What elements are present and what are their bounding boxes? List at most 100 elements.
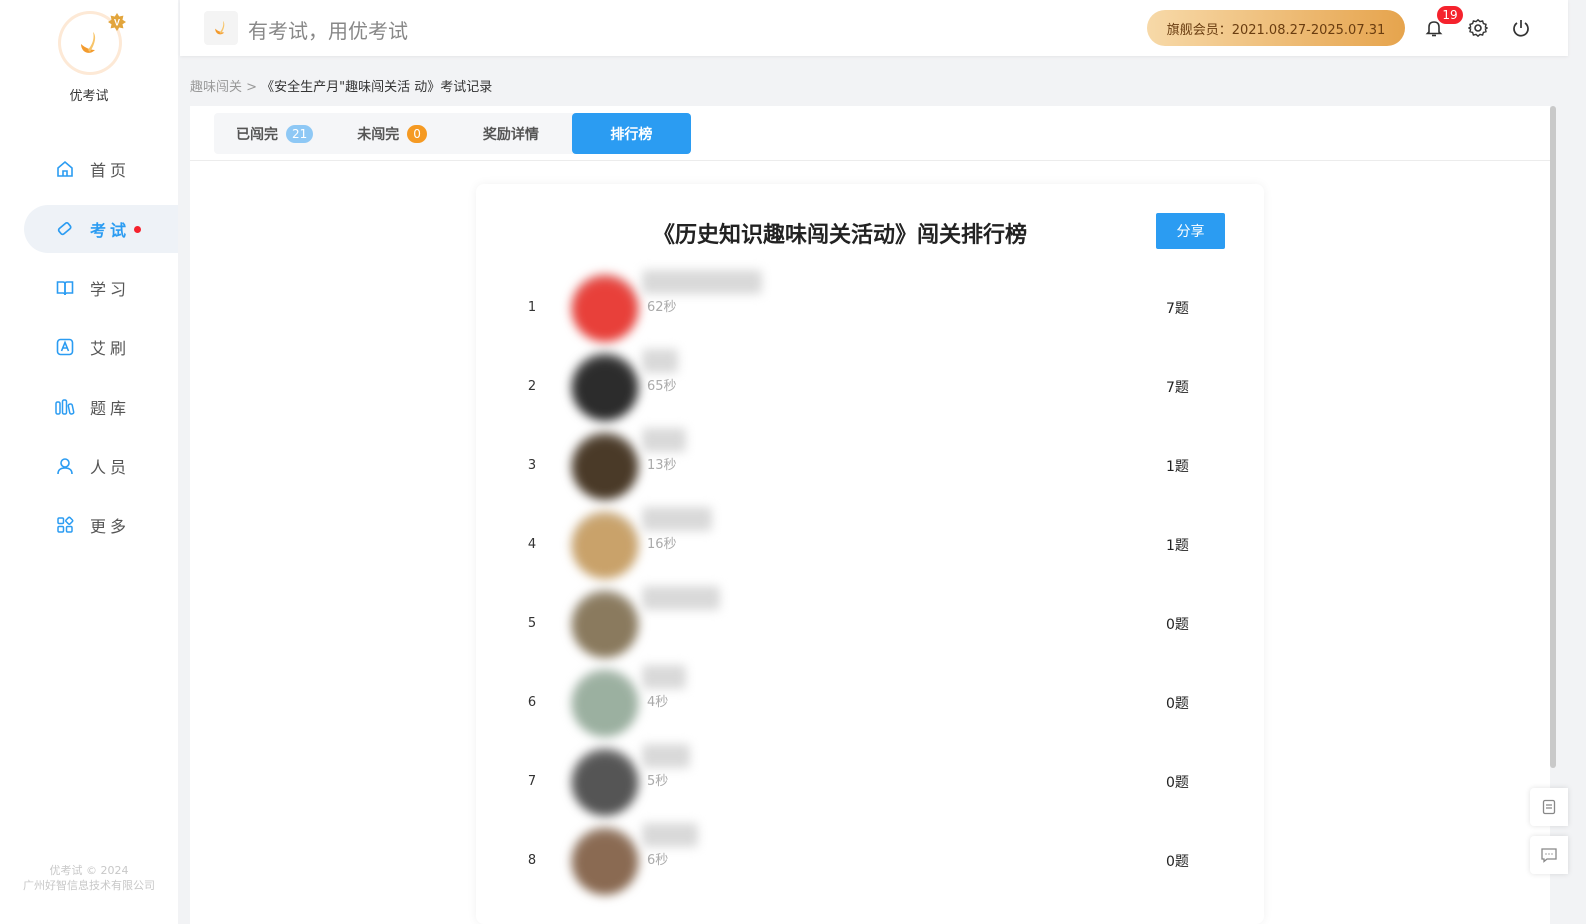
- sidebar-item-more[interactable]: 更多: [24, 501, 178, 549]
- avatar: [571, 669, 639, 737]
- leaderboard-row: 1 62秒 7题: [476, 268, 1264, 347]
- top-header: 有考试，用优考试 旗舰会员：2021.08.27-2025.07.31 19: [180, 0, 1568, 56]
- score: 7题: [1166, 300, 1189, 317]
- elapsed-time: 5秒: [647, 774, 669, 789]
- tab-label: 未闯完: [357, 126, 400, 143]
- participant-name-blurred: [642, 507, 712, 531]
- home-icon: [54, 158, 76, 180]
- copyright-text: 优考试 © 2024: [49, 864, 129, 877]
- sidebar-item-label: 首页: [90, 161, 131, 180]
- leaderboard-row: 8 6秒 0题: [476, 821, 1264, 900]
- avatar: [571, 353, 639, 421]
- power-icon[interactable]: [1509, 16, 1533, 40]
- library-icon: [54, 396, 76, 418]
- participant-name-blurred: [642, 428, 686, 452]
- app-logo[interactable]: V: [61, 13, 126, 72]
- tab-completed[interactable]: 已闯完 21: [214, 113, 335, 154]
- participant-name-blurred: [642, 586, 720, 610]
- sidebar-item-label: 题库: [90, 399, 131, 418]
- sidebar-item-label: 更多: [90, 517, 131, 536]
- rank-number: 6: [527, 695, 537, 710]
- sidebar-item-exam[interactable]: 考试: [24, 205, 178, 253]
- tab-bar: 已闯完 21 未闯完 0 奖励详情 排行榜: [214, 113, 691, 154]
- score: 0题: [1166, 695, 1189, 712]
- sidebar-item-people[interactable]: 人员: [24, 442, 178, 490]
- tab-leaderboard[interactable]: 排行榜: [571, 113, 691, 154]
- tab-label: 已闯完: [236, 126, 278, 143]
- leaderboard-row: 3 13秒 1题: [476, 426, 1264, 505]
- sidebar-item-aishua[interactable]: 艾刷: [24, 323, 178, 371]
- leaderboard-card: 《历史知识趣味闯关活动》闯关排行榜 分享 1 62秒 7题 2 65秒 7题 3 13秒 1题 4…: [476, 184, 1264, 924]
- leaderboard-row: 4 16秒 1题: [476, 505, 1264, 584]
- elapsed-time: 65秒: [647, 379, 677, 394]
- eraser-icon: [54, 218, 76, 240]
- rank-number: 3: [527, 458, 537, 473]
- sidebar: V 优考试 首页 考试 学习 艾刷 题库 人员 更多 优考试 © 2024 广州…: [0, 0, 178, 924]
- breadcrumb-current: 《安全生产月"趣味闯关活 动》考试记录: [261, 80, 493, 95]
- notification-count-badge: 19: [1437, 6, 1463, 24]
- tab-incomplete[interactable]: 未闯完 0: [335, 113, 449, 154]
- elapsed-time: 4秒: [647, 695, 669, 710]
- breadcrumb: 趣味闯关 > 《安全生产月"趣味闯关活 动》考试记录: [190, 76, 492, 95]
- sidebar-item-label: 学习: [90, 280, 131, 299]
- rank-number: 8: [527, 853, 537, 868]
- leaderboard-row: 7 5秒 0题: [476, 742, 1264, 821]
- tab-count-badge: 21: [286, 124, 314, 143]
- participant-name-blurred: [642, 823, 698, 847]
- score: 0题: [1166, 774, 1189, 791]
- grid-icon: [54, 514, 76, 536]
- header-logo-icon: [204, 11, 238, 45]
- elapsed-time: 16秒: [647, 537, 677, 552]
- rank-number: 2: [527, 379, 537, 394]
- letter-a-icon: [54, 336, 76, 358]
- avatar: [571, 432, 639, 500]
- rank-number: 5: [527, 616, 537, 631]
- sidebar-item-label: 考试: [90, 221, 131, 240]
- score: 0题: [1166, 616, 1189, 633]
- sidebar-item-question-bank[interactable]: 题库: [24, 383, 178, 431]
- document-icon: [1542, 799, 1556, 815]
- breadcrumb-parent-link[interactable]: 趣味闯关 >: [190, 80, 257, 95]
- leaderboard-row: 2 65秒 7题: [476, 347, 1264, 426]
- participant-name-blurred: [642, 349, 678, 373]
- membership-badge[interactable]: 旗舰会员：2021.08.27-2025.07.31: [1147, 10, 1405, 46]
- chat-button[interactable]: [1530, 836, 1568, 874]
- avatar: [571, 748, 639, 816]
- participant-name-blurred: [642, 665, 686, 689]
- avatar: [571, 511, 639, 579]
- book-icon: [54, 277, 76, 299]
- sidebar-item-home[interactable]: 首页: [24, 145, 178, 193]
- leaderboard-title: 《历史知识趣味闯关活动》闯关排行榜: [652, 223, 1027, 248]
- main-scrollbar[interactable]: [1550, 106, 1556, 768]
- tab-count-badge: 0: [407, 124, 427, 143]
- app-name: 优考试: [69, 89, 109, 104]
- tab-reward-details[interactable]: 奖励详情: [449, 113, 572, 154]
- elapsed-time: 13秒: [647, 458, 677, 473]
- avatar: [571, 274, 639, 342]
- svg-text:V: V: [114, 18, 120, 28]
- avatar: [571, 590, 639, 658]
- share-button[interactable]: 分享: [1156, 213, 1225, 249]
- notes-button[interactable]: [1530, 788, 1568, 826]
- company-name: 广州好智信息技术有限公司: [23, 879, 155, 892]
- avatar: [571, 827, 639, 895]
- rank-number: 7: [527, 774, 537, 789]
- tab-label: 排行榜: [610, 126, 653, 143]
- score: 1题: [1166, 458, 1189, 475]
- elapsed-time: 62秒: [647, 300, 677, 315]
- rank-number: 1: [527, 300, 537, 315]
- user-icon: [54, 455, 76, 477]
- notification-dot: [134, 225, 142, 233]
- gear-icon[interactable]: [1466, 16, 1490, 40]
- score: 0题: [1166, 853, 1189, 870]
- leaderboard-row: 6 4秒 0题: [476, 663, 1264, 742]
- score: 1题: [1166, 537, 1189, 554]
- tab-divider: [190, 160, 1550, 161]
- sidebar-item-study[interactable]: 学习: [24, 264, 178, 312]
- header-slogan: 有考试，用优考试: [248, 19, 408, 43]
- participant-name-blurred: [642, 744, 690, 768]
- rank-number: 4: [527, 537, 537, 552]
- vip-badge-icon: V: [108, 13, 126, 31]
- chat-icon: [1541, 848, 1557, 863]
- tab-label: 奖励详情: [482, 126, 539, 143]
